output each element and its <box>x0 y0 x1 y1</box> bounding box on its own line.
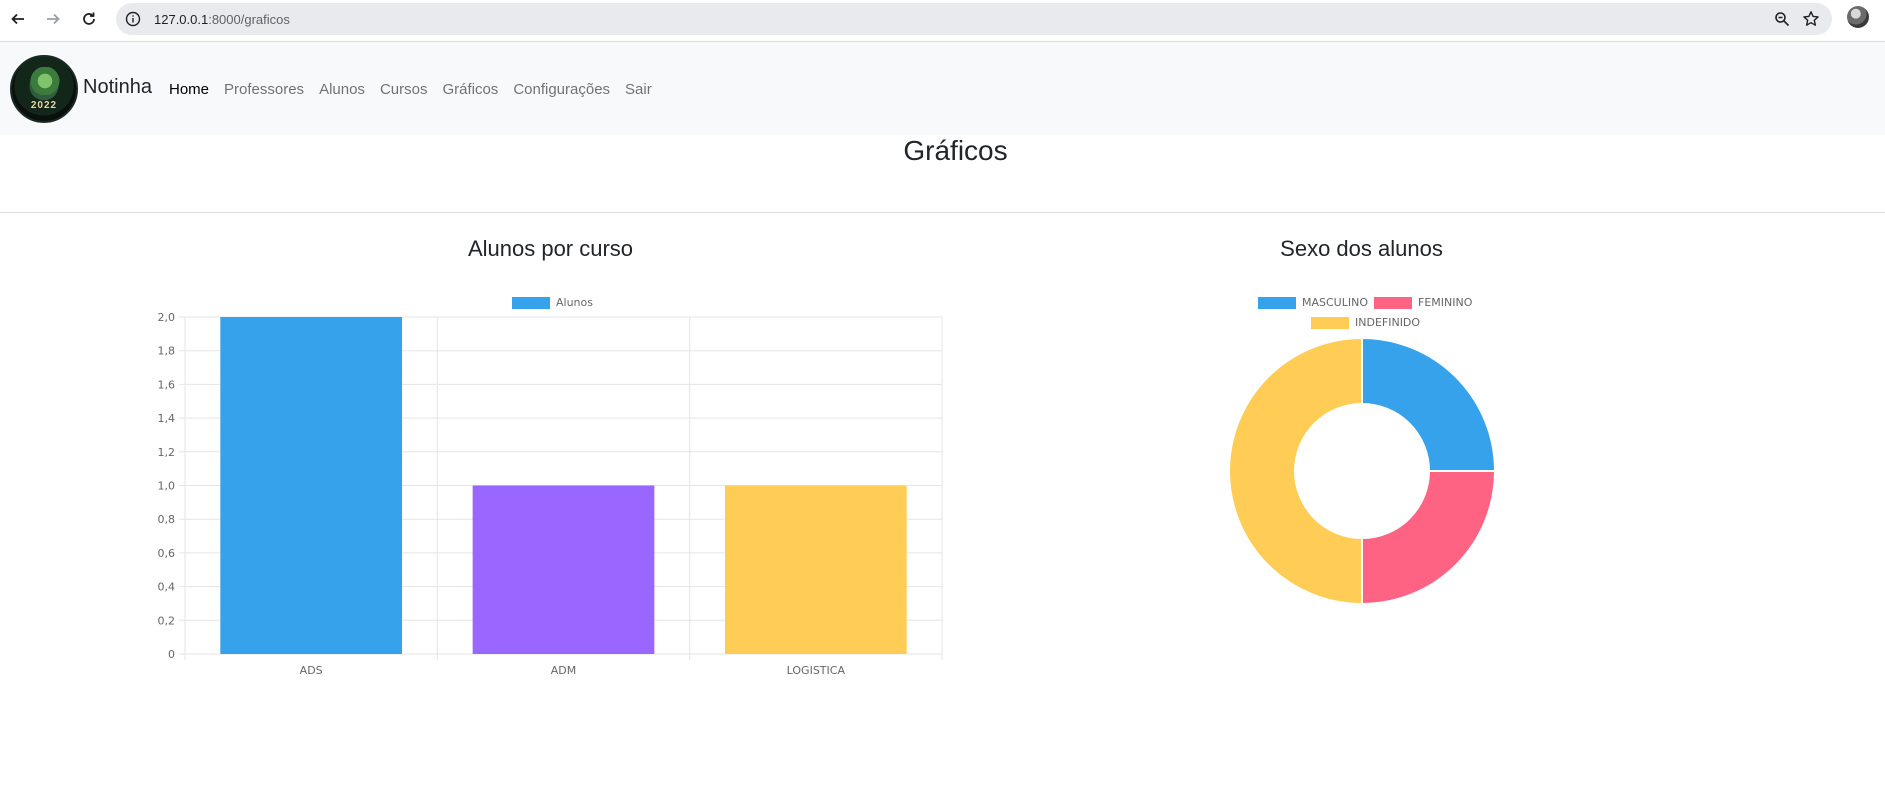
divider <box>0 212 1885 213</box>
doughnut-legend-item-indefinido[interactable]: INDEFINIDO <box>1311 316 1420 329</box>
brand-name[interactable]: Notinha <box>83 76 152 99</box>
doughnut-chart-title: Sexo dos alunos <box>1280 236 1443 261</box>
nav-links: Home Professores Alunos Cursos Gráficos … <box>169 81 652 98</box>
legend-label-indefinido: INDEFINIDO <box>1355 316 1421 329</box>
nav-link-alunos[interactable]: Alunos <box>319 81 365 98</box>
bar-legend-item[interactable]: Alunos <box>512 296 593 309</box>
tree-icon <box>30 67 60 95</box>
legend-swatch-feminino <box>1374 296 1412 309</box>
x-tick-label: ADM <box>551 664 577 677</box>
legend-swatch-masculino <box>1258 296 1296 309</box>
legend-swatch-indefinido <box>1311 316 1349 329</box>
y-tick-label: 0,4 <box>158 581 176 594</box>
app-navbar: 2022 Notinha Home Professores Alunos Cur… <box>0 42 1885 135</box>
nav-link-configuracoes[interactable]: Configurações <box>513 81 610 98</box>
logo[interactable]: 2022 <box>10 55 78 123</box>
slice-masculino[interactable] <box>1361 336 1497 472</box>
y-tick-label: 0,6 <box>158 547 176 560</box>
bar-legend-swatch <box>512 296 550 309</box>
doughnut-chart <box>1228 336 1497 606</box>
logo-year: 2022 <box>30 100 58 111</box>
y-tick-label: 1,6 <box>158 378 176 391</box>
x-tick-label: ADS <box>300 664 323 677</box>
doughnut-legend-item-masculino[interactable]: MASCULINO <box>1258 296 1368 309</box>
zoom-icon[interactable] <box>1774 11 1790 27</box>
bar-adm[interactable] <box>472 485 655 655</box>
bookmark-star-icon[interactable] <box>1802 10 1820 28</box>
nav-link-sair[interactable]: Sair <box>625 81 652 98</box>
forward-icon[interactable] <box>42 8 64 30</box>
y-tick-label: 2,0 <box>158 311 176 324</box>
bar-chart-title: Alunos por curso <box>467 236 634 261</box>
slice-feminino[interactable] <box>1361 470 1497 606</box>
info-icon[interactable] <box>125 11 141 27</box>
y-tick-label: 0 <box>168 648 175 661</box>
y-tick-label: 1,4 <box>158 412 176 425</box>
profile-avatar[interactable] <box>1847 6 1869 28</box>
x-tick-label: LOGISTICA <box>787 664 846 677</box>
doughnut-legend-item-feminino[interactable]: FEMININO <box>1374 296 1472 309</box>
slice-indefinido[interactable] <box>1228 336 1363 606</box>
bar-chart: 0 0,2 0,4 0,6 0,8 1,0 1,2 1,4 1,6 1,8 2,0 ADS ADM LOG… <box>158 311 943 677</box>
y-tick-label: 1,0 <box>158 480 176 493</box>
bar-ads[interactable] <box>220 317 403 654</box>
nav-link-professores[interactable]: Professores <box>224 81 304 98</box>
y-tick-label: 0,2 <box>158 614 176 627</box>
y-tick-label: 1,8 <box>158 345 176 358</box>
y-tick-label: 1,2 <box>158 446 176 459</box>
legend-label-masculino: MASCULINO <box>1302 296 1368 309</box>
url-text[interactable]: 127.0.0.1:8000/graficos <box>154 12 290 27</box>
nav-link-cursos[interactable]: Cursos <box>380 81 428 98</box>
nav-link-graficos[interactable]: Gráficos <box>442 81 498 98</box>
reload-icon[interactable] <box>78 8 100 30</box>
bar-legend-label: Alunos <box>556 296 593 309</box>
bar-logistica[interactable] <box>724 485 907 655</box>
nav-link-home[interactable]: Home <box>169 81 209 98</box>
y-tick-label: 0,8 <box>158 513 176 526</box>
browser-toolbar: 127.0.0.1:8000/graficos <box>0 0 1885 42</box>
legend-label-feminino: FEMININO <box>1418 296 1473 309</box>
back-icon[interactable] <box>7 8 29 30</box>
page-title: Gráficos <box>903 135 1008 166</box>
address-bar[interactable]: 127.0.0.1:8000/graficos <box>116 3 1832 35</box>
